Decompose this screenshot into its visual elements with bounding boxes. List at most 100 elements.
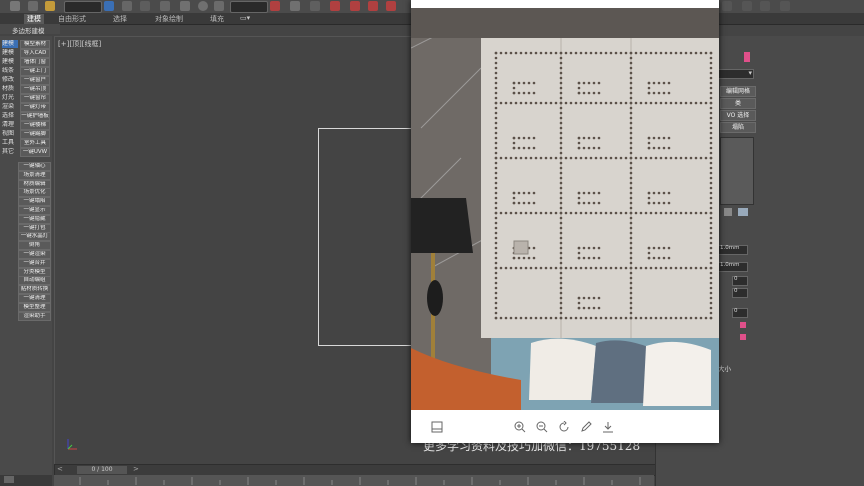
- tab-selection[interactable]: 选择: [113, 14, 127, 24]
- time-slider-thumb[interactable]: 0 / 100: [77, 466, 127, 474]
- ribbon-options-icon[interactable]: ▭▾: [240, 14, 250, 22]
- edit-icon[interactable]: [580, 421, 592, 433]
- class-button[interactable]: 类: [720, 98, 756, 109]
- plugin-tool-button[interactable]: 自动编组: [18, 276, 51, 286]
- snap-icon[interactable]: [330, 1, 340, 11]
- tab-freeform[interactable]: 自由形式: [58, 14, 86, 24]
- keyboard-shortcut-icon[interactable]: [310, 1, 320, 11]
- zoom-in-icon[interactable]: [514, 421, 526, 433]
- unlink-icon[interactable]: [28, 1, 38, 11]
- configure-modifier-icon[interactable]: [738, 208, 748, 216]
- percent-snap-icon[interactable]: [368, 1, 378, 11]
- plugin-tool-button[interactable]: 场景优化: [18, 188, 51, 198]
- tab-populate[interactable]: 填充: [210, 14, 224, 24]
- pin-stack-icon[interactable]: [724, 208, 732, 216]
- plugin-category[interactable]: 选择: [2, 112, 18, 120]
- field-5[interactable]: 0: [732, 308, 748, 318]
- plugin-tool-button[interactable]: 一键渲染: [18, 250, 51, 259]
- zoom-out-icon[interactable]: [536, 421, 548, 433]
- plugin-button[interactable]: 一键楼梯: [20, 121, 50, 130]
- plugin-tool-button[interactable]: 一键显示: [18, 206, 51, 215]
- polygon-modeling-bar[interactable]: 多边形建模: [0, 24, 60, 35]
- color-swatch-3[interactable]: [740, 334, 746, 340]
- plugin-tool-button[interactable]: 一键清理: [18, 294, 51, 303]
- modifier-list-dropdown[interactable]: ▾: [716, 69, 754, 79]
- vo-select-button[interactable]: VO 选择: [720, 110, 756, 121]
- field-3[interactable]: 0: [732, 276, 748, 286]
- download-icon[interactable]: [602, 421, 614, 433]
- spinner-snap-icon[interactable]: [386, 1, 396, 11]
- next-frame-icon[interactable]: >: [133, 465, 139, 473]
- plugin-button[interactable]: 室外工具: [20, 139, 50, 148]
- scale-icon[interactable]: [214, 1, 224, 11]
- collapse-button[interactable]: 塌陷: [720, 122, 756, 133]
- angle-snap-icon[interactable]: [350, 1, 360, 11]
- reference-coord-dropdown[interactable]: [230, 1, 268, 13]
- image-viewer-window[interactable]: [411, 0, 719, 443]
- manipulate-icon[interactable]: [290, 1, 300, 11]
- select-object-icon[interactable]: [104, 1, 114, 11]
- plugin-category[interactable]: 灯光: [2, 94, 18, 102]
- plugin-category[interactable]: 其它: [2, 148, 18, 156]
- plugin-button[interactable]: 一键吊顶: [20, 85, 50, 94]
- tab-object-paint[interactable]: 对象绘制: [155, 14, 183, 24]
- plugin-category[interactable]: 材质: [2, 85, 18, 93]
- plugin-button[interactable]: 一键窗帘: [20, 94, 50, 103]
- plugin-button[interactable]: 模型素材: [20, 40, 50, 49]
- script-icon[interactable]: [4, 476, 14, 483]
- color-swatch-2[interactable]: [740, 322, 746, 328]
- selection-filter-dropdown[interactable]: [64, 1, 102, 13]
- material-editor-icon[interactable]: [722, 1, 732, 11]
- tab-modeling[interactable]: 建模: [24, 14, 44, 24]
- plugin-button[interactable]: 一键上门: [20, 67, 50, 76]
- gallery-icon[interactable]: [431, 421, 443, 433]
- rotate-tool-icon[interactable]: [198, 1, 208, 11]
- plugin-category[interactable]: 建模: [2, 40, 18, 48]
- maxscript-listener[interactable]: [0, 475, 52, 486]
- prev-frame-icon[interactable]: <: [57, 465, 63, 473]
- plugin-tool-button[interactable]: 一键隐藏: [18, 214, 51, 224]
- plugin-button[interactable]: 导入CAD: [20, 49, 50, 58]
- window-crossing-icon[interactable]: [160, 1, 170, 11]
- move-icon[interactable]: [180, 1, 190, 11]
- edit-mesh-button[interactable]: 编辑网格: [720, 86, 756, 97]
- field-2[interactable]: 1.0mm: [718, 262, 748, 272]
- plugin-category[interactable]: 修改: [2, 76, 18, 84]
- plugin-tool-button[interactable]: 一键打包: [18, 223, 51, 233]
- pivot-icon[interactable]: [270, 1, 280, 11]
- plugin-tool-button[interactable]: 渲染助手: [18, 311, 51, 321]
- track-bar[interactable]: [54, 475, 654, 486]
- plugin-tool-button[interactable]: 一键轴心: [18, 162, 51, 171]
- plugin-button[interactable]: 墙体门窗: [20, 58, 50, 67]
- plugin-button[interactable]: 一键窗户: [20, 76, 50, 85]
- link-icon[interactable]: [10, 1, 20, 11]
- plugin-button[interactable]: 一键踢脚: [20, 130, 50, 139]
- plugin-tool-button[interactable]: 一键塌陷: [18, 197, 51, 207]
- plugin-tool-button[interactable]: 倒角: [18, 241, 51, 251]
- field-4[interactable]: 0: [732, 288, 748, 298]
- rect-selection-icon[interactable]: [140, 1, 150, 11]
- viewport-label[interactable]: [+][顶][线框]: [58, 39, 101, 49]
- plugin-category[interactable]: 建模: [2, 49, 18, 57]
- field-1[interactable]: 1.0mm: [718, 245, 748, 255]
- plugin-category[interactable]: 建模: [2, 58, 18, 66]
- plugin-category[interactable]: 工具: [2, 139, 18, 147]
- plugin-tool-button[interactable]: 模型整理: [18, 302, 51, 312]
- plugin-tool-button[interactable]: 贴材质转换: [18, 285, 51, 295]
- bind-icon[interactable]: [45, 1, 55, 11]
- plugin-tool-button[interactable]: 一键水晶灯: [18, 232, 51, 242]
- plugin-category[interactable]: 渲染: [2, 103, 18, 111]
- plugin-category[interactable]: 清理: [2, 121, 18, 129]
- rotate-icon[interactable]: [558, 421, 570, 433]
- render-setup-icon[interactable]: [742, 1, 752, 11]
- rectangle-shape[interactable]: [318, 128, 415, 346]
- plugin-tool-button[interactable]: 场景清理: [18, 170, 51, 180]
- plugin-button[interactable]: 一键护墙板: [20, 112, 50, 121]
- modifier-stack[interactable]: [720, 137, 754, 205]
- plugin-category[interactable]: 视图: [2, 130, 18, 138]
- object-color-swatch[interactable]: [744, 52, 750, 62]
- plugin-tool-button[interactable]: 材质编辑: [18, 179, 51, 189]
- plugin-tool-button[interactable]: 分类模型: [18, 267, 51, 277]
- render-frame-icon[interactable]: [760, 1, 770, 11]
- plugin-tool-button[interactable]: 一键合并: [18, 258, 51, 268]
